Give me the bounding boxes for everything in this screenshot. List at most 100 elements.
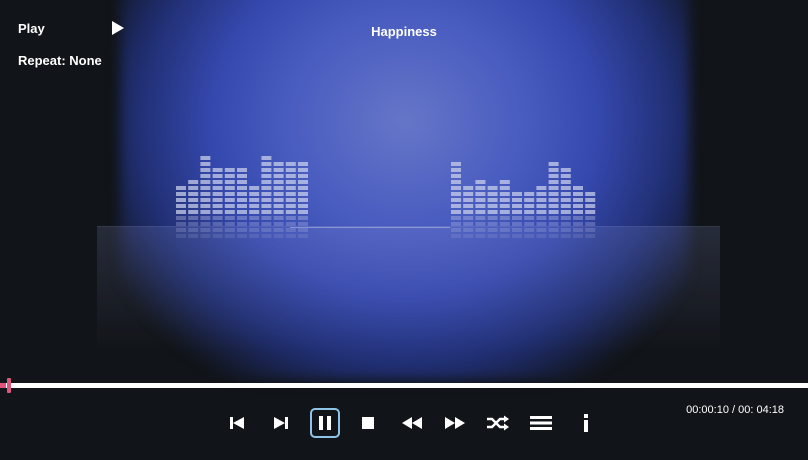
right-equalizer-column: [548, 162, 559, 238]
equalizer-segment: [451, 192, 461, 196]
equalizer-reflection: [463, 216, 474, 220]
stop-button[interactable]: [359, 409, 377, 437]
equalizer-segment: [212, 210, 223, 214]
equalizer-segment: [298, 180, 308, 184]
right-equalizer-column: [536, 186, 547, 238]
equalizer-segment: [212, 186, 223, 190]
equalizer-segment: [487, 210, 498, 214]
left-equalizer-column: [188, 180, 199, 238]
equalizer-reflection: [524, 228, 535, 232]
equalizer-segment: [451, 186, 461, 190]
equalizer-reflection: [261, 222, 272, 226]
equalizer-segment: [249, 210, 260, 214]
equalizer-reflection: [249, 234, 260, 238]
equalizer-reflection: [560, 222, 571, 226]
equalizer-segment: [548, 180, 559, 184]
equalizer-segment: [573, 198, 583, 202]
equalizer-segment: [273, 210, 284, 214]
equalizer-reflection: [451, 234, 461, 238]
equalizer-segment: [560, 192, 571, 196]
equalizer-segment: [499, 204, 510, 208]
next-track-button[interactable]: [272, 409, 290, 437]
equalizer-reflection: [224, 234, 235, 238]
playlist-icon: [530, 416, 552, 430]
equalizer-segment: [261, 168, 272, 172]
progress-thumb[interactable]: [7, 378, 11, 393]
equalizer-reflection: [451, 216, 461, 220]
equalizer-segment: [212, 198, 223, 202]
left-equalizer-column: [298, 162, 308, 238]
equalizer-segment: [200, 180, 211, 184]
left-equalizer-column: [273, 162, 284, 238]
equalizer-reflection: [261, 228, 272, 232]
equalizer-reflection: [560, 216, 571, 220]
pause-icon: [319, 416, 331, 430]
shuffle-button[interactable]: [485, 409, 511, 437]
equalizer-reflection: [285, 234, 296, 238]
equalizer-segment: [548, 186, 559, 190]
equalizer-reflection: [585, 216, 596, 220]
equalizer-segment: [475, 198, 486, 202]
equalizer-segment: [176, 192, 186, 196]
equalizer-segment: [285, 204, 296, 208]
equalizer-reflection: [536, 216, 547, 220]
equalizer-segment: [548, 210, 559, 214]
equalizer-reflection: [573, 228, 583, 232]
equalizer-segment: [261, 198, 272, 202]
equalizer-reflection: [585, 222, 596, 226]
equalizer-segment: [285, 198, 296, 202]
fast-forward-button[interactable]: [443, 409, 467, 437]
equalizer-segment: [524, 198, 535, 202]
equalizer-reflection: [200, 234, 211, 238]
equalizer-segment: [463, 186, 474, 190]
equalizer-segment: [285, 192, 296, 196]
equalizer-reflection: [285, 222, 296, 226]
equalizer-segment: [585, 204, 596, 208]
equalizer-segment: [475, 192, 486, 196]
equalizer-segment: [548, 198, 559, 202]
equalizer-segment: [475, 186, 486, 190]
equalizer-segment: [524, 192, 535, 196]
equalizer-segment: [487, 204, 498, 208]
equalizer-reflection: [451, 222, 461, 226]
equalizer-segment: [499, 210, 510, 214]
equalizer-reflection: [273, 216, 284, 220]
equalizer-segment: [200, 186, 211, 190]
equalizer-reflection: [573, 222, 583, 226]
equalizer-segment: [298, 210, 308, 214]
equalizer-segment: [188, 198, 199, 202]
previous-track-button[interactable]: [228, 409, 246, 437]
equalizer-segment: [212, 174, 223, 178]
equalizer-reflection: [512, 234, 522, 238]
equalizer-reflection: [273, 228, 284, 232]
info-button[interactable]: [579, 409, 593, 437]
playlist-button[interactable]: [528, 409, 554, 437]
equalizer-reflection: [560, 234, 571, 238]
equalizer-segment: [212, 204, 223, 208]
progress-bar[interactable]: [0, 383, 808, 388]
equalizer-reflection: [536, 222, 547, 226]
equalizer-reflection: [512, 228, 522, 232]
equalizer-segment: [536, 186, 547, 190]
equalizer-segment: [451, 180, 461, 184]
equalizer-reflection: [536, 228, 547, 232]
equalizer-segment: [585, 198, 596, 202]
pause-button[interactable]: [310, 408, 340, 438]
equalizer-segment: [548, 168, 559, 172]
equalizer-reflection: [548, 216, 559, 220]
progress-fill: [0, 383, 7, 388]
media-player-screen: Play Repeat: None Happiness 00:00:10 / 0…: [0, 0, 808, 460]
equalizer-reflection: [188, 222, 199, 226]
equalizer-reflection: [463, 228, 474, 232]
equalizer-segment: [285, 186, 296, 190]
equalizer-reflection: [249, 222, 260, 226]
equalizer-segment: [237, 210, 247, 214]
next-track-icon: [274, 417, 288, 429]
equalizer-reflection: [212, 222, 223, 226]
equalizer-segment: [536, 198, 547, 202]
equalizer-segment: [298, 168, 308, 172]
equalizer-reflection: [224, 228, 235, 232]
equalizer-segment: [524, 210, 535, 214]
rewind-button[interactable]: [400, 409, 424, 437]
repeat-mode-label[interactable]: Repeat: None: [18, 53, 102, 68]
